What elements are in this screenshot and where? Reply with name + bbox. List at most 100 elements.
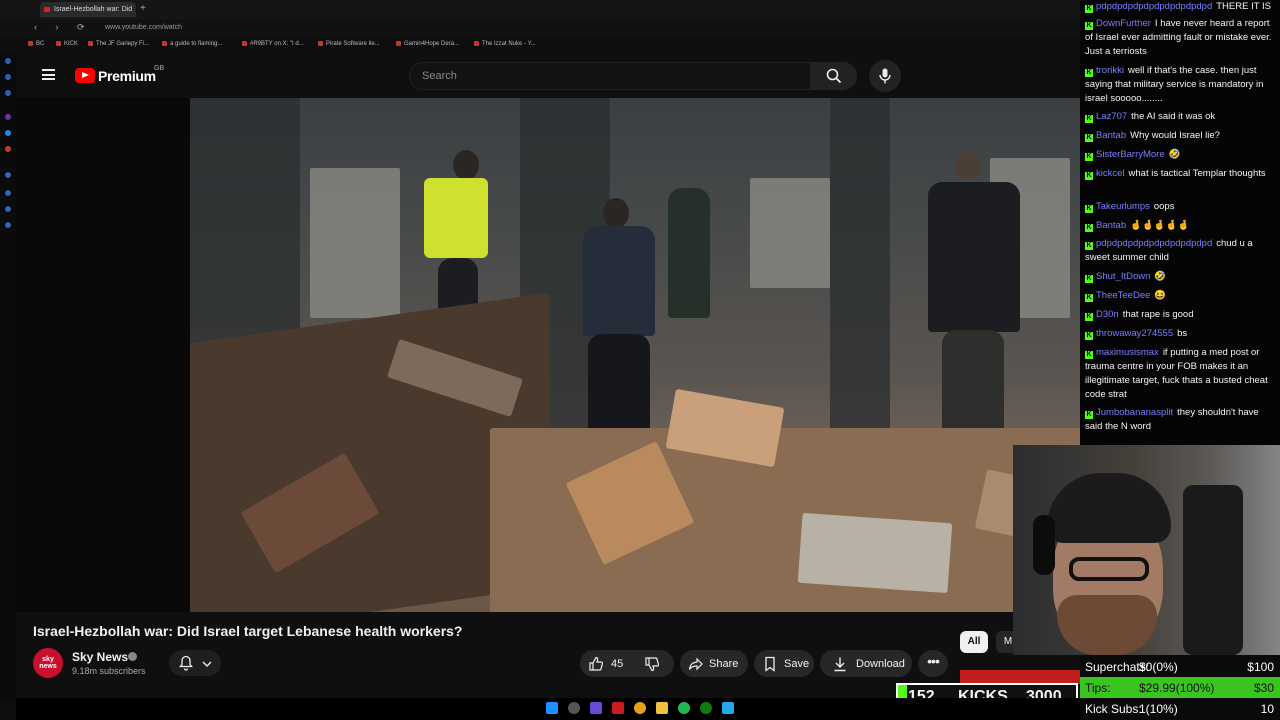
bookmark-item[interactable]: The JF Gariepy Fi... — [88, 41, 149, 47]
save-button[interactable]: Save — [754, 650, 814, 677]
telegram-icon[interactable] — [722, 702, 734, 714]
url-field[interactable]: www.youtube.com/watch — [105, 24, 182, 31]
chat-message: Kmaximusismax if putting a med post or tr… — [1085, 346, 1277, 402]
more-actions-button[interactable]: ••• — [918, 650, 948, 677]
app-icon[interactable] — [5, 58, 11, 64]
kick-badge-icon: K — [1085, 313, 1093, 321]
video-frame-scene — [583, 226, 655, 336]
windows-start-icon[interactable] — [546, 702, 558, 714]
stream-chat: Kpdpdpdpdpdpdpdpdpdpdpd THERE IT IS K Down… — [1080, 0, 1280, 445]
address-bar: ‹ › ⟳ www.youtube.com/watch — [0, 19, 1080, 37]
channel-name[interactable]: Sky News — [72, 650, 128, 664]
xbox-icon[interactable] — [700, 702, 712, 714]
webcam-scene — [1183, 485, 1243, 655]
chat-text: bs — [1177, 328, 1188, 339]
app-icon[interactable] — [5, 206, 11, 212]
chat-username[interactable]: pdpdpdpdpdpdpdpdpdpdpd — [1096, 1, 1212, 12]
app-icon[interactable] — [5, 146, 11, 152]
browser-tab-active[interactable]: Israel-Hezbollah war: Did — [40, 2, 136, 17]
kick-badge-icon: K — [1085, 69, 1093, 77]
bookmark-item[interactable]: Gamin4Hope Dera... — [396, 41, 459, 47]
bookmarks-bar: BC KICK The JF Gariepy Fi... a guide to … — [0, 37, 1080, 54]
download-button[interactable]: Download — [820, 650, 912, 677]
chat-username[interactable]: DownFurther — [1096, 18, 1151, 29]
chat-message: K Jumbobananasplit they shouldn't have sai… — [1085, 406, 1277, 434]
app-icon[interactable] — [612, 702, 624, 714]
video-frame-scene — [750, 178, 830, 288]
chat-username[interactable]: kickcel — [1096, 168, 1125, 179]
chat-username[interactable]: Takeurlumps — [1096, 201, 1150, 212]
bookmark-item[interactable]: a guide to flaming... — [162, 41, 222, 47]
app-icon[interactable] — [5, 172, 11, 178]
bookmark-item[interactable]: #R9BTY on X: "I d... — [242, 41, 304, 47]
chat-username[interactable]: trorikki — [1096, 65, 1124, 76]
search-icon[interactable] — [568, 702, 580, 714]
kick-badge-icon: K — [1085, 153, 1093, 161]
chat-username[interactable]: TheeTeeDee — [1096, 290, 1150, 301]
bookmark-item[interactable]: The Izzat Nuke - Y... — [474, 41, 536, 47]
spotify-icon[interactable] — [678, 702, 690, 714]
chat-username[interactable]: Jumbobananasplit — [1096, 407, 1173, 418]
chat-message: K D30n that rape is good — [1085, 308, 1277, 322]
thumbs-down-icon[interactable] — [644, 656, 660, 672]
app-icon[interactable] — [5, 74, 11, 80]
bookmark-item[interactable]: BC — [28, 41, 44, 47]
channel-avatar[interactable]: sky news — [33, 648, 63, 678]
chat-username[interactable]: maximusismax — [1096, 347, 1159, 358]
alert-banner — [960, 670, 1080, 684]
chat-text: oops — [1153, 201, 1175, 212]
webcam-scene — [1047, 473, 1171, 543]
chip-all[interactable]: All — [960, 631, 988, 653]
chat-username[interactable]: Bantab — [1096, 130, 1126, 141]
chat-message: Kpdpdpdpdpdpdpdpdpdpdpd chud u a sweet su… — [1085, 237, 1277, 265]
kick-badge-icon: K — [1085, 294, 1093, 302]
browser-tab-bar: Israel-Hezbollah war: Did + — [0, 0, 1080, 19]
folder-icon[interactable] — [656, 702, 668, 714]
thumbs-up-icon[interactable] — [588, 656, 604, 672]
video-player[interactable] — [190, 98, 1080, 612]
voice-search-button[interactable] — [869, 60, 901, 92]
youtube-logo-icon[interactable] — [75, 68, 95, 83]
kick-badge-icon: K — [1085, 411, 1093, 419]
search-input[interactable]: Search — [409, 62, 811, 90]
search-button[interactable] — [811, 62, 857, 90]
superchats-row: Superchats: $0(0%) $100 — [1080, 656, 1280, 677]
chat-username[interactable]: Laz707 — [1096, 111, 1127, 122]
app-icon[interactable] — [5, 90, 11, 96]
video-frame-scene — [797, 512, 953, 594]
superchats-value: $0(0%) — [1139, 660, 1178, 674]
bookmark-item[interactable]: KICK — [56, 41, 78, 47]
chat-username[interactable]: D30n — [1096, 309, 1119, 320]
browser-nav-buttons[interactable]: ‹ › ⟳ — [34, 22, 93, 33]
app-icon[interactable] — [590, 702, 602, 714]
chat-username[interactable]: throwaway274555 — [1096, 328, 1173, 339]
app-icon[interactable] — [5, 190, 11, 196]
chat-username[interactable]: Bantab — [1096, 220, 1126, 231]
bookmark-item[interactable]: Pirate Software lie... — [318, 41, 380, 47]
app-icon[interactable] — [5, 222, 11, 228]
chat-username[interactable]: pdpdpdpdpdpdpdpdpdpdpd — [1096, 238, 1212, 249]
webcam-scene — [1069, 557, 1149, 581]
chat-username[interactable]: SisterBarryMore — [1096, 149, 1165, 160]
chat-text: 🤣 — [1154, 271, 1167, 282]
notification-bell-button[interactable] — [169, 650, 221, 676]
share-icon — [688, 657, 703, 671]
app-icon[interactable] — [5, 114, 11, 120]
kick-badge-icon: K — [1085, 5, 1093, 13]
superchats-goal: $100 — [1247, 660, 1274, 674]
chat-text: Why would Israel lie? — [1130, 130, 1220, 141]
share-button[interactable]: Share — [680, 650, 748, 677]
region-code: GB — [154, 65, 165, 72]
chat-username[interactable]: Shut_ItDown — [1096, 271, 1150, 282]
download-icon — [834, 657, 846, 672]
new-tab-button[interactable]: + — [140, 3, 146, 14]
kick-badge-icon: K — [1085, 205, 1093, 213]
youtube-brand[interactable]: Premium — [98, 68, 156, 84]
browser-icon[interactable] — [634, 702, 646, 714]
menu-icon[interactable] — [42, 69, 55, 80]
app-icon[interactable] — [5, 130, 11, 136]
webcam-scene — [1057, 595, 1157, 655]
bookmark-icon — [765, 656, 775, 672]
bell-icon — [179, 655, 193, 671]
chat-text: what is tactical Templar thoughts — [1128, 168, 1266, 179]
